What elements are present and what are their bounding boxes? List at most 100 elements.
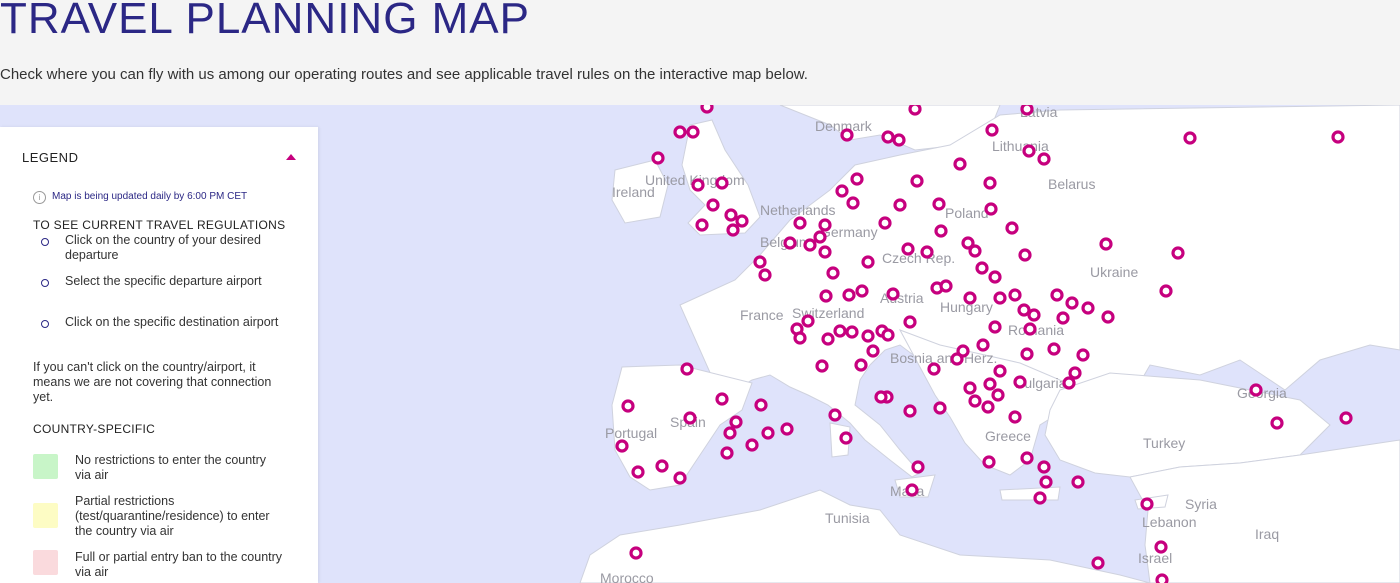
airport-marker[interactable] — [993, 364, 1007, 378]
airport-marker[interactable] — [991, 388, 1005, 402]
airport-marker[interactable] — [881, 328, 895, 342]
airport-marker[interactable] — [905, 483, 919, 497]
airport-marker[interactable] — [745, 438, 759, 452]
airport-marker[interactable] — [833, 324, 847, 338]
airport-marker[interactable] — [1023, 322, 1037, 336]
airport-marker[interactable] — [1056, 311, 1070, 325]
airport-marker[interactable] — [828, 408, 842, 422]
airport-marker[interactable] — [874, 390, 888, 404]
airport-marker[interactable] — [1183, 131, 1197, 145]
airport-marker[interactable] — [1013, 375, 1027, 389]
airport-marker[interactable] — [878, 216, 892, 230]
airport-marker[interactable] — [680, 362, 694, 376]
airport-marker[interactable] — [983, 176, 997, 190]
airport-marker[interactable] — [854, 358, 868, 372]
airport-marker[interactable] — [1081, 301, 1095, 315]
airport-marker[interactable] — [968, 244, 982, 258]
airport-marker[interactable] — [1027, 308, 1041, 322]
airport-marker[interactable] — [1050, 288, 1064, 302]
airport-marker[interactable] — [715, 392, 729, 406]
airport-marker[interactable] — [984, 202, 998, 216]
airport-marker[interactable] — [793, 216, 807, 230]
airport-marker[interactable] — [761, 426, 775, 440]
airport-marker[interactable] — [993, 291, 1007, 305]
airport-marker[interactable] — [1065, 296, 1079, 310]
airport-marker[interactable] — [934, 224, 948, 238]
airport-marker[interactable] — [621, 399, 635, 413]
airport-marker[interactable] — [1154, 540, 1168, 554]
airport-marker[interactable] — [793, 331, 807, 345]
airport-marker[interactable] — [783, 236, 797, 250]
airport-marker[interactable] — [801, 314, 815, 328]
airport-marker[interactable] — [1155, 573, 1169, 583]
airport-marker[interactable] — [815, 359, 829, 373]
airport-marker[interactable] — [982, 455, 996, 469]
airport-marker[interactable] — [819, 289, 833, 303]
airport-marker[interactable] — [700, 105, 714, 114]
airport-marker[interactable] — [615, 439, 629, 453]
airport-marker[interactable] — [846, 196, 860, 210]
airport-marker[interactable] — [1039, 475, 1053, 489]
airport-marker[interactable] — [1047, 342, 1061, 356]
airport-marker[interactable] — [1171, 246, 1185, 260]
airport-marker[interactable] — [988, 270, 1002, 284]
collapse-chevron-up-icon[interactable] — [286, 154, 296, 160]
airport-marker[interactable] — [886, 287, 900, 301]
airport-marker[interactable] — [903, 315, 917, 329]
airport-marker[interactable] — [691, 178, 705, 192]
airport-marker[interactable] — [780, 422, 794, 436]
airport-marker[interactable] — [673, 471, 687, 485]
airport-marker[interactable] — [981, 400, 995, 414]
airport-marker[interactable] — [695, 218, 709, 232]
airport-marker[interactable] — [1099, 237, 1113, 251]
airport-marker[interactable] — [861, 255, 875, 269]
airport-marker[interactable] — [983, 377, 997, 391]
airport-marker[interactable] — [1020, 105, 1034, 116]
airport-marker[interactable] — [927, 362, 941, 376]
airport-marker[interactable] — [1091, 556, 1105, 570]
airport-marker[interactable] — [1331, 130, 1345, 144]
airport-marker[interactable] — [1076, 348, 1090, 362]
airport-marker[interactable] — [985, 123, 999, 137]
airport-marker[interactable] — [988, 320, 1002, 334]
airport-marker[interactable] — [826, 266, 840, 280]
airport-marker[interactable] — [881, 130, 895, 144]
airport-marker[interactable] — [754, 398, 768, 412]
airport-marker[interactable] — [673, 125, 687, 139]
airport-marker[interactable] — [818, 218, 832, 232]
airport-marker[interactable] — [818, 245, 832, 259]
airport-marker[interactable] — [683, 411, 697, 425]
airport-marker[interactable] — [1020, 347, 1034, 361]
airport-marker[interactable] — [735, 214, 749, 228]
airport-marker[interactable] — [1037, 152, 1051, 166]
airport-marker[interactable] — [910, 174, 924, 188]
airport-marker[interactable] — [1037, 460, 1051, 474]
airport-marker[interactable] — [1249, 383, 1263, 397]
airport-marker[interactable] — [1022, 144, 1036, 158]
airport-marker[interactable] — [723, 426, 737, 440]
airport-marker[interactable] — [726, 223, 740, 237]
airport-marker[interactable] — [933, 401, 947, 415]
airport-marker[interactable] — [1018, 248, 1032, 262]
airport-marker[interactable] — [861, 329, 875, 343]
airport-marker[interactable] — [950, 352, 964, 366]
airport-marker[interactable] — [920, 245, 934, 259]
airport-marker[interactable] — [1068, 366, 1082, 380]
airport-marker[interactable] — [655, 459, 669, 473]
airport-marker[interactable] — [1008, 410, 1022, 424]
airport-marker[interactable] — [939, 279, 953, 293]
airport-marker[interactable] — [753, 255, 767, 269]
airport-marker[interactable] — [1159, 284, 1173, 298]
airport-marker[interactable] — [840, 128, 854, 142]
airport-marker[interactable] — [845, 325, 859, 339]
airport-marker[interactable] — [1062, 376, 1076, 390]
airport-marker[interactable] — [842, 288, 856, 302]
airport-marker[interactable] — [901, 242, 915, 256]
airport-marker[interactable] — [963, 381, 977, 395]
airport-marker[interactable] — [976, 338, 990, 352]
airport-marker[interactable] — [975, 261, 989, 275]
airport-marker[interactable] — [911, 460, 925, 474]
airport-marker[interactable] — [686, 125, 700, 139]
airport-marker[interactable] — [1033, 491, 1047, 505]
airport-marker[interactable] — [631, 465, 645, 479]
